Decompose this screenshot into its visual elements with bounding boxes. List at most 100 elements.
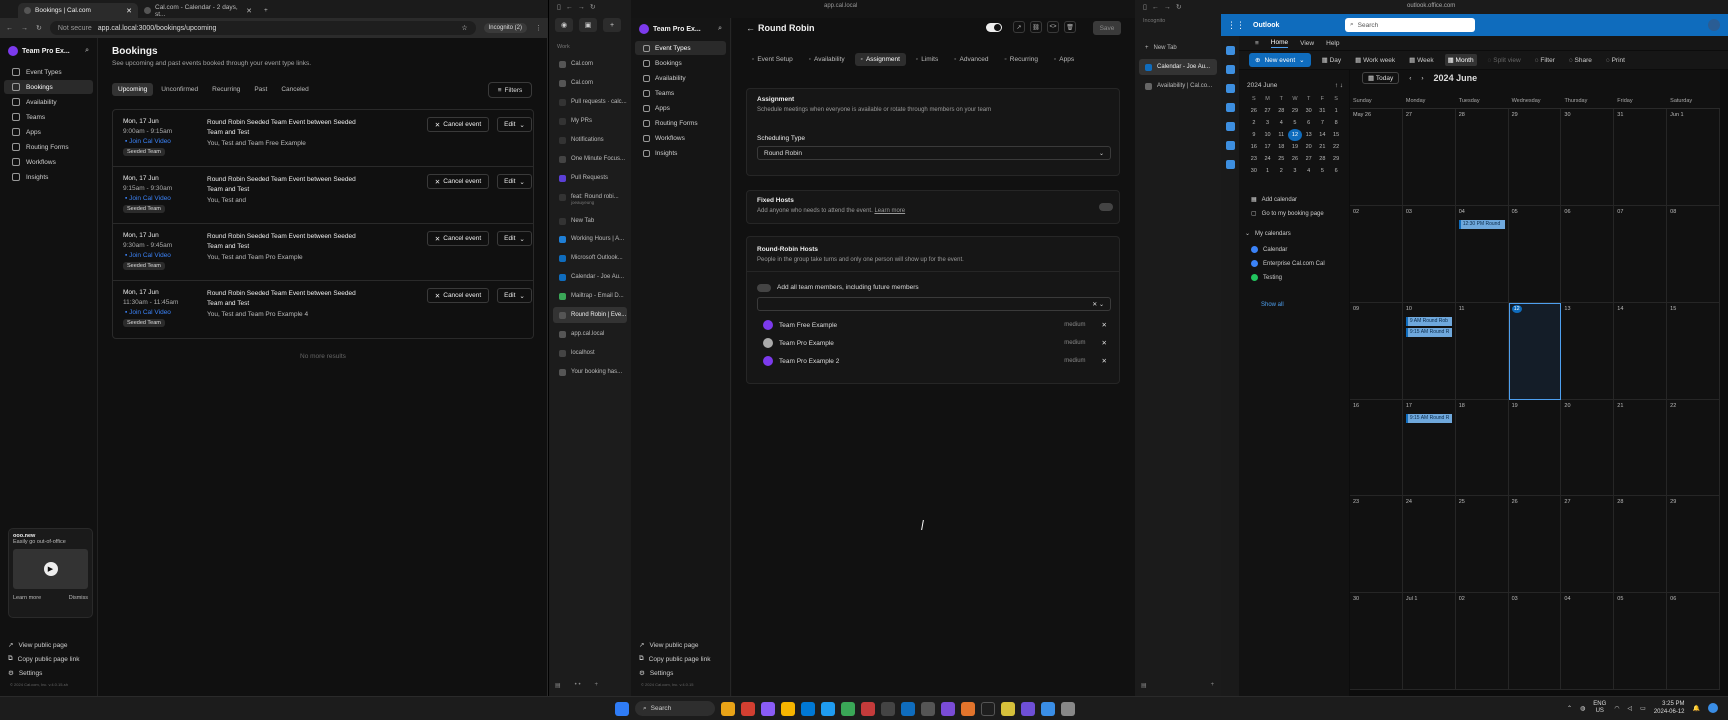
app-icon[interactable] [1001,701,1015,716]
tab-outlook-calendar[interactable]: Calendar - Joe Au... [1139,59,1217,75]
preview-icon[interactable]: ↗ [1013,21,1025,33]
mini-day[interactable]: 5 [1316,165,1330,177]
tab-advanced[interactable]: ◦ Advanced [948,53,994,66]
sidebar-item-workflows[interactable]: Workflows [635,131,726,145]
day-cell[interactable]: 05 [1614,593,1668,690]
day-cell[interactable]: 20 [1561,399,1615,497]
promo-video[interactable]: ▶ [13,549,88,589]
arc-tab-pull-requests[interactable]: Pull Requests [553,170,627,186]
mini-day[interactable]: 3 [1261,117,1275,129]
notification-bell-icon[interactable]: 🔔 [1693,705,1700,712]
mini-day[interactable]: 30 [1302,105,1316,117]
host-priority[interactable]: medium [1064,340,1085,346]
add-icon[interactable]: + [1211,682,1215,689]
save-button[interactable]: Save [1093,21,1121,35]
team-switcher[interactable]: Team Pro Ex... ⌕ [631,18,730,40]
day-cell[interactable]: 24 [1402,496,1456,594]
tab-event-setup[interactable]: ◦ Event Setup [746,53,799,66]
sidebar-item-routing-forms[interactable]: Routing Forms [4,140,93,154]
close-icon[interactable]: ✕ [126,7,132,15]
reload-icon[interactable]: ↻ [1176,3,1182,11]
mini-day[interactable]: 31 [1316,105,1330,117]
day-cell[interactable]: 04 12:30 PM Round [1455,205,1509,303]
today-button[interactable]: ▦ Today [1362,72,1400,84]
calendar-item-enterprise-cal-com-cal[interactable]: Enterprise Cal.com Cal [1251,260,1325,267]
sidebar-item-teams[interactable]: Teams [635,86,726,100]
archive-icon[interactable]: ▤ [1141,682,1147,689]
new-event-button[interactable]: ⊕ New event ⌄ [1249,53,1311,67]
arc-tab-cal-com[interactable]: Cal.com [553,56,627,72]
vscode-icon[interactable] [821,701,835,716]
onedrive-icon[interactable] [1225,141,1235,150]
app-tray-icon[interactable]: ◍ [1580,705,1585,712]
cancel-event-button[interactable]: ✕ Cancel event [427,117,489,132]
groups-icon[interactable] [1225,103,1235,112]
day-cell[interactable]: 09 [1350,302,1403,400]
sidebar-toggle-icon[interactable]: ▯ [557,3,561,11]
terminal-icon[interactable] [881,701,895,716]
show-all-link[interactable]: Show all [1261,302,1284,308]
mail-icon[interactable] [801,701,815,716]
tab-recurring[interactable]: Recurring [206,83,246,96]
calendar-item-testing[interactable]: Testing [1251,274,1282,281]
cancel-event-button[interactable]: ✕ Cancel event [427,174,489,189]
mini-day[interactable]: 22 [1329,141,1343,153]
incognito-badge[interactable]: Incognito (2) [483,23,527,33]
calendar-event[interactable]: 9 AM Round Rob [1405,316,1452,326]
apps-icon[interactable] [1225,160,1235,169]
day-cell[interactable]: 12 [1508,302,1562,400]
view-public-page-link[interactable]: ↗ View public page [0,638,98,652]
tab-assignment[interactable]: ◦ Assignment [854,53,906,66]
mini-day[interactable]: 13 [1302,129,1316,141]
day-cell[interactable]: 19 [1508,399,1562,497]
mini-day[interactable]: 29 [1329,153,1343,165]
browser-tab-calendar[interactable]: Cal.com - Calendar - 2 days, st... ✕ [138,3,258,18]
star-icon[interactable]: ☆ [461,24,467,32]
chrome-icon[interactable] [741,701,755,716]
app-icon[interactable] [1021,701,1035,716]
learn-more-link[interactable]: Learn more [874,208,905,214]
edit-dropdown-button[interactable]: Edit ⌄ [497,288,532,303]
ribbon-tab-view[interactable]: View [1300,40,1314,47]
filter-button[interactable]: ◌ Filter [1532,55,1558,66]
day-cell[interactable]: 03 [1402,205,1456,303]
host-priority[interactable]: medium [1064,358,1085,364]
view-work-week-button[interactable]: ▦ Work week [1352,54,1398,66]
mini-day[interactable]: 8 [1329,117,1343,129]
prev-arrow-icon[interactable]: ‹ [1409,75,1411,82]
chevron-up-icon[interactable]: ⌃ [1567,705,1572,712]
sidebar-item-bookings[interactable]: Bookings [4,80,93,94]
arc-tab-one-minute-focus[interactable]: One Minute Focus... [553,151,627,167]
day-cell[interactable]: 04 [1561,593,1615,690]
day-cell[interactable]: 21 [1614,399,1668,497]
mini-day[interactable]: 1 [1329,105,1343,117]
learn-more-link[interactable]: Learn more [13,595,41,601]
mini-day[interactable]: 27 [1261,105,1275,117]
pinned-chat[interactable]: ▣ [579,18,597,32]
menu-icon[interactable]: ⋮ [535,24,542,32]
mini-day[interactable]: 17 [1261,141,1275,153]
add-all-members-toggle[interactable] [757,284,771,292]
back-arrow-icon[interactable]: ← [746,23,755,33]
arc-tab-app-cal-local[interactable]: app.cal.local [553,326,627,342]
reload-icon[interactable]: ↻ [36,24,42,32]
input-language[interactable]: ENG US [1593,701,1606,715]
day-cell[interactable]: 29 [1667,496,1720,594]
day-cell[interactable]: Jun 1 [1667,109,1720,206]
day-cell[interactable]: 11 [1455,302,1509,400]
trash-icon[interactable]: 🗑 [1064,21,1076,33]
battery-icon[interactable]: ▭ [1640,705,1646,712]
tab-availability[interactable]: ◦ Availability [803,53,851,66]
search-icon[interactable]: ⌕ [718,25,722,33]
mini-day[interactable]: 16 [1247,141,1261,153]
day-cell[interactable]: 05 [1508,205,1562,303]
sidebar-item-insights[interactable]: Insights [4,170,93,184]
mini-day[interactable]: 28 [1274,105,1288,117]
month-title[interactable]: 2024 June [1434,73,1478,83]
day-cell[interactable]: 28 [1455,109,1509,206]
edit-dropdown-button[interactable]: Edit ⌄ [497,174,532,189]
day-cell[interactable]: 02 [1350,205,1403,303]
arc-tab-calendar-joe-au[interactable]: Calendar - Joe Au... [553,269,627,285]
day-cell[interactable]: 29 [1508,109,1562,206]
calendar-event[interactable]: 9:15 AM Round R [1405,413,1452,423]
